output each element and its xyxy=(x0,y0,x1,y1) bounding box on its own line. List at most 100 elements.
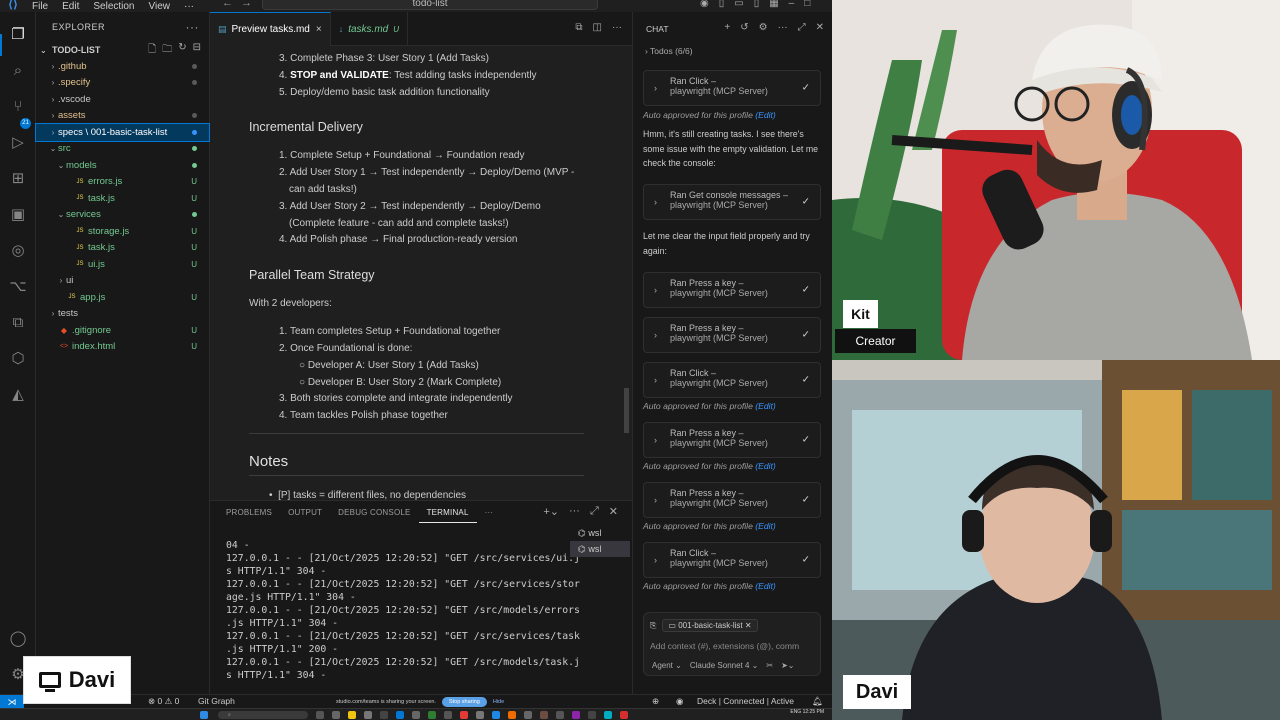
attach-icon[interactable]: ⎘ xyxy=(650,621,656,631)
split-editor-icon[interactable]: ◫ xyxy=(593,22,602,33)
folder-item[interactable]: › ui xyxy=(36,273,209,290)
menu-view[interactable]: View xyxy=(149,1,171,12)
model-picker[interactable]: Claude Sonnet 4 ⌄ xyxy=(690,661,759,670)
tool-call-card[interactable]: › Ran Press a key – playwright (MCP Server… xyxy=(643,317,821,353)
app-icon[interactable] xyxy=(556,711,564,719)
close-icon[interactable]: ✕ xyxy=(816,22,824,33)
folder-item[interactable]: ⌄ models xyxy=(36,157,209,174)
app-icon[interactable] xyxy=(588,711,596,719)
folder-item[interactable]: › .github xyxy=(36,58,209,75)
terminal-item-active[interactable]: ⌬ wsl xyxy=(570,541,630,557)
todos-toggle[interactable]: › Todos (6/6) xyxy=(633,46,832,60)
app-icon[interactable] xyxy=(476,711,484,719)
deck-status[interactable]: Deck | Connected | Active xyxy=(697,696,794,706)
app-icon[interactable] xyxy=(380,711,388,719)
app-icon[interactable] xyxy=(508,711,516,719)
refresh-icon[interactable]: ↻ xyxy=(178,42,186,59)
start-icon[interactable] xyxy=(200,711,208,719)
app-icon[interactable] xyxy=(572,711,580,719)
folder-item[interactable]: › tests xyxy=(36,306,209,323)
new-terminal-icon[interactable]: +⌄ xyxy=(543,505,559,518)
app-icon[interactable] xyxy=(332,711,340,719)
containers-icon[interactable]: ⧉ xyxy=(8,312,28,332)
copilot-status-icon[interactable]: ◉ xyxy=(676,696,683,707)
menu-more[interactable]: ··· xyxy=(184,1,194,12)
file-item[interactable]: JS task.js U xyxy=(36,240,209,257)
panel-more-icon[interactable]: ··· xyxy=(569,505,580,518)
tool-call-card[interactable]: › Ran Get console messages – playwright (M… xyxy=(643,184,821,220)
menu-file[interactable]: File xyxy=(32,1,48,12)
new-chat-icon[interactable]: + xyxy=(724,22,730,33)
file-item[interactable]: JS errors.js U xyxy=(36,174,209,191)
git-graph-status[interactable]: Git Graph xyxy=(198,696,235,706)
app-icon[interactable] xyxy=(604,711,612,719)
terminal-output[interactable]: 04 - 127.0.0.1 - - [21/Oct/2025 12:20:52]… xyxy=(226,539,580,682)
source-control-icon[interactable]: ⑂ xyxy=(8,96,28,116)
tools-icon[interactable]: ✂ xyxy=(766,661,773,670)
edit-link[interactable]: (Edit) xyxy=(755,110,776,120)
tool-call-card[interactable]: › Ran Press a key – playwright (MCP Server… xyxy=(643,272,821,308)
search-icon[interactable]: ⌕ xyxy=(8,60,28,80)
file-item[interactable]: JS app.js U xyxy=(36,289,209,306)
problems-status[interactable]: ⊗ 0 ⚠ 0 xyxy=(148,696,179,707)
mode-picker[interactable]: Agent ⌄ xyxy=(652,661,682,670)
app-icon[interactable] xyxy=(620,711,628,719)
panel-more[interactable]: ··· xyxy=(477,501,502,523)
tab-terminal[interactable]: TERMINAL xyxy=(418,501,477,523)
app-icon[interactable] xyxy=(524,711,532,719)
folder-item[interactable]: › assets xyxy=(36,108,209,125)
docker-icon[interactable]: ⬡ xyxy=(8,348,28,368)
tab-tasks-md[interactable]: ↓ tasks.md U xyxy=(331,12,409,46)
chat-input-box[interactable]: ⎘ ▭ 001-basic-task-list ✕ Add context (#… xyxy=(643,612,821,676)
file-item[interactable]: ◆ .gitignore U xyxy=(36,322,209,339)
stop-sharing-button[interactable]: Stop sharing xyxy=(441,697,487,707)
remote-indicator-icon[interactable]: ⋊ xyxy=(0,695,24,709)
layout-sidebar-icon[interactable]: ▯ xyxy=(719,0,725,9)
tab-problems[interactable]: PROBLEMS xyxy=(218,501,280,523)
app-icon[interactable] xyxy=(316,711,324,719)
remove-context-icon[interactable]: ✕ xyxy=(745,621,752,630)
app-icon[interactable] xyxy=(412,711,420,719)
close-panel-icon[interactable]: ✕ xyxy=(609,505,618,518)
app-icon[interactable] xyxy=(428,711,436,719)
zoom-icon[interactable]: ⊕ xyxy=(652,696,659,707)
app-icon[interactable] xyxy=(460,711,468,719)
minimize-icon[interactable]: – xyxy=(789,0,795,9)
taskbar-search[interactable]: ⌕ xyxy=(218,711,308,719)
maximize-panel-icon[interactable]: ⤢ xyxy=(590,505,599,518)
vscode-taskbar-icon[interactable] xyxy=(396,711,404,719)
close-icon[interactable]: × xyxy=(316,24,322,35)
file-item[interactable]: JS task.js U xyxy=(36,190,209,207)
app-icon[interactable] xyxy=(444,711,452,719)
notifications-icon[interactable]: 🔔︎ xyxy=(812,696,823,707)
more-icon[interactable]: ··· xyxy=(778,22,788,33)
tab-preview-tasks[interactable]: ▤ Preview tasks.md × xyxy=(210,12,331,46)
open-source-icon[interactable]: ⧉ xyxy=(575,22,582,33)
run-debug-icon[interactable]: ▷ xyxy=(8,132,28,152)
explorer-icon[interactable]: ❐ xyxy=(8,24,28,44)
tool-call-card[interactable]: › Ran Click – playwright (MCP Server) ✓ xyxy=(643,70,821,106)
tool-call-card[interactable]: › Ran Press a key – playwright (MCP Server… xyxy=(643,482,821,518)
extensions-icon[interactable]: ⊞ xyxy=(8,168,28,188)
copilot-icon[interactable]: ◉ xyxy=(700,0,709,9)
edit-link[interactable]: (Edit) xyxy=(755,521,776,531)
folder-item[interactable]: ⌄ src xyxy=(36,141,209,158)
edit-link[interactable]: (Edit) xyxy=(755,461,776,471)
tab-output[interactable]: OUTPUT xyxy=(280,501,330,523)
maximize-icon[interactable]: ⤢ xyxy=(798,22,806,33)
nav-arrows[interactable]: ←→ xyxy=(222,0,260,9)
app-icon[interactable] xyxy=(364,711,372,719)
context-file-chip[interactable]: ▭ 001-basic-task-list ✕ xyxy=(662,619,758,632)
app-icon[interactable] xyxy=(492,711,500,719)
editor-more-icon[interactable]: ··· xyxy=(612,22,622,33)
explorer-more-icon[interactable]: ··· xyxy=(186,20,200,34)
settings-icon[interactable]: ⚙ xyxy=(759,22,768,33)
file-item[interactable]: JS storage.js U xyxy=(36,223,209,240)
account-icon[interactable]: ◯ xyxy=(8,628,28,648)
hide-button[interactable]: Hide xyxy=(493,699,504,705)
layout-panel-icon[interactable]: ▭ xyxy=(734,0,743,9)
new-folder-icon[interactable]: 🗀 xyxy=(162,42,172,59)
menu-edit[interactable]: Edit xyxy=(62,1,79,12)
tab-debug-console[interactable]: DEBUG CONSOLE xyxy=(330,501,418,523)
tool-call-card[interactable]: › Ran Click – playwright (MCP Server) ✓ xyxy=(643,362,821,398)
